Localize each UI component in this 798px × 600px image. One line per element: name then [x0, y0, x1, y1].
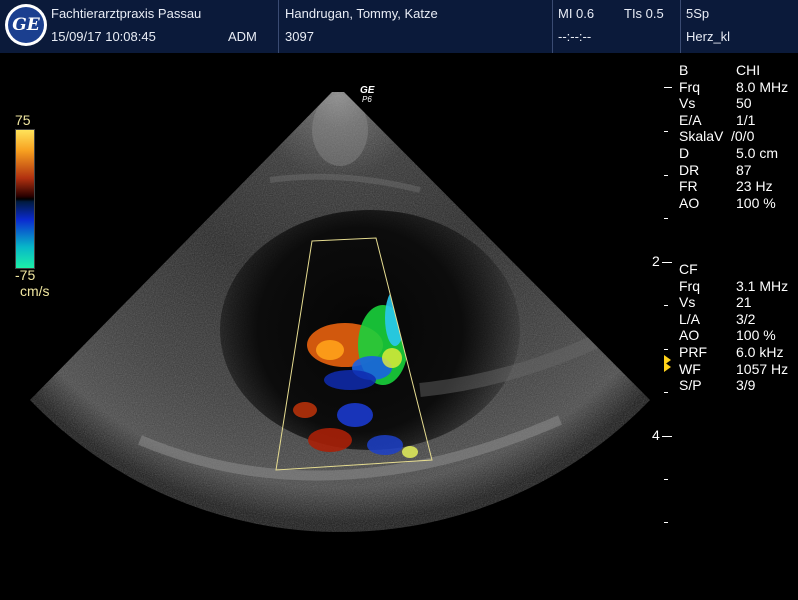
param-key: L/A — [679, 310, 701, 327]
preset-name: Herz_kl — [686, 29, 731, 44]
param-value: 6.0 kHz — [736, 343, 784, 360]
depth-tick — [664, 87, 672, 88]
param-value: 3/2 — [736, 310, 756, 327]
param-value: 3.1 MHz — [736, 277, 789, 294]
param-row: FR 23 Hz — [679, 178, 797, 195]
param-row: AO 100 % — [679, 195, 797, 212]
param-value: 3/9 — [736, 377, 756, 394]
param-row: S/P 3/9 — [679, 377, 797, 394]
header-bar: GE Fachtierarztpraxis Passau 15/09/17 10… — [0, 0, 798, 53]
b-mode-title-value: CHI — [736, 62, 761, 78]
color-scale-unit: cm/s — [20, 283, 50, 299]
color-scale-min: -75 — [15, 267, 36, 283]
param-key: Vs — [679, 95, 696, 112]
probe-orientation-marker: GE P6 — [360, 85, 375, 104]
param-row: Vs 21 — [679, 294, 797, 311]
thermal-index: TIs 0.5 — [624, 6, 664, 21]
param-key: DR — [679, 161, 700, 178]
param-key: D — [679, 144, 690, 161]
color-scale-max: 75 — [15, 112, 31, 128]
depth-tick — [664, 392, 668, 393]
focus-marker-icon[interactable] — [664, 362, 671, 372]
param-row: Frq 8.0 MHz — [679, 79, 797, 96]
param-value: 21 — [736, 294, 752, 311]
probe-code-label: P6 — [362, 95, 372, 104]
param-key: FR — [679, 178, 698, 195]
depth-label-4: 4 — [652, 427, 660, 443]
mechanical-index: MI 0.6 — [558, 6, 595, 21]
depth-tick — [664, 349, 668, 350]
header-divider — [680, 0, 681, 53]
color-scale-bar — [15, 129, 35, 269]
param-row: DR 87 — [679, 162, 797, 179]
timer-readout: --:--:-- — [558, 29, 592, 44]
param-key: S/P — [679, 377, 702, 394]
cf-mode-title-row: CF — [679, 261, 797, 278]
depth-tick — [664, 522, 668, 523]
param-value: 100 % — [736, 194, 776, 211]
patient-name: Handrugan, Tommy, Katze — [285, 6, 438, 21]
date-time: 15/09/17 10:08:45 — [51, 29, 156, 44]
ge-logo-text: GE — [8, 7, 44, 43]
param-key: Frq — [679, 277, 700, 294]
depth-label-2: 2 — [652, 253, 660, 269]
param-key: Vs — [679, 294, 696, 311]
b-mode-parameters: B CHI Frq 8.0 MHz Vs 50 E/A 1/1 SkalaV /… — [679, 62, 797, 211]
header-divider — [552, 0, 553, 53]
param-key: Frq — [679, 78, 700, 95]
param-row: WF 1057 Hz — [679, 361, 797, 378]
cf-mode-title: CF — [679, 261, 698, 277]
depth-tick — [664, 305, 668, 306]
probe-name: 5Sp — [686, 6, 710, 21]
param-key: E/A — [679, 111, 702, 128]
param-value: 50 — [736, 95, 752, 112]
b-mode-title: B — [679, 62, 689, 78]
depth-tick — [664, 218, 668, 219]
clinic-name: Fachtierarztpraxis Passau — [51, 6, 202, 21]
param-value: 23 Hz — [736, 178, 773, 195]
param-key: AO — [679, 194, 700, 211]
param-value: 5.0 cm — [736, 144, 779, 161]
cf-mode-parameters: CF Frq 3.1 MHz Vs 21 L/A 3/2 AO 100 % PR… — [679, 261, 797, 394]
param-value: 1057 Hz — [736, 360, 789, 377]
param-value: 1/1 — [736, 111, 756, 128]
param-row: SkalaV /0/0 — [679, 128, 797, 145]
param-row: D 5.0 cm — [679, 145, 797, 162]
b-mode-title-row: B CHI — [679, 62, 797, 79]
param-row: L/A 3/2 — [679, 311, 797, 328]
param-value: 100 % — [736, 327, 776, 344]
depth-tick — [664, 131, 668, 132]
operator: ADM — [228, 29, 257, 44]
param-key: WF — [679, 360, 701, 377]
param-key: PRF — [679, 343, 707, 360]
header-divider — [278, 0, 279, 53]
param-row: E/A 1/1 — [679, 112, 797, 129]
depth-tick — [664, 479, 668, 480]
param-value: 87 — [736, 161, 752, 178]
depth-tick — [662, 436, 672, 437]
param-row: AO 100 % — [679, 327, 797, 344]
param-key: AO — [679, 327, 700, 344]
patient-id: 3097 — [285, 29, 314, 44]
param-row: PRF 6.0 kHz — [679, 344, 797, 361]
ge-logo-icon: GE — [5, 4, 47, 46]
param-value: /0/0 — [731, 128, 755, 145]
param-row: Vs 50 — [679, 95, 797, 112]
depth-tick — [664, 175, 668, 176]
param-value: 8.0 MHz — [736, 78, 789, 95]
depth-tick — [662, 262, 672, 263]
param-row: Frq 3.1 MHz — [679, 278, 797, 295]
param-key: SkalaV — [679, 128, 724, 145]
